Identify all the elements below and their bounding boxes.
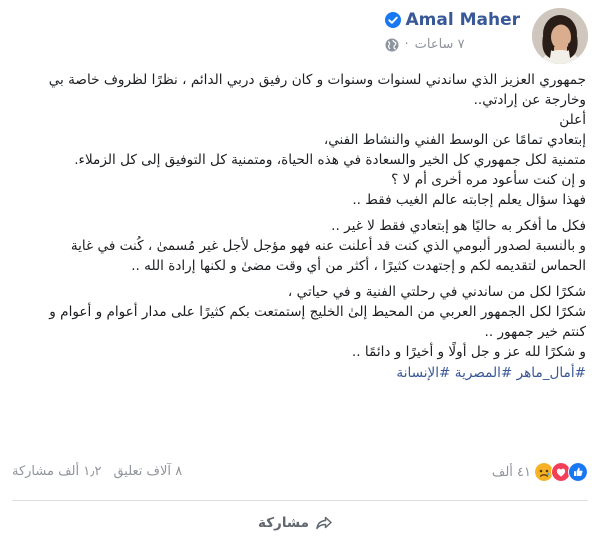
post-line: فهذا سؤال يعلم إجابته عالم الغيب فقط .. [352, 192, 586, 208]
action-divider [12, 500, 588, 501]
hashtag-link[interactable]: #المصرية [455, 365, 513, 381]
share-label: مشاركة [258, 515, 309, 531]
facebook-post: Amal Maher ٧ ساعات · جمهوري العزيز الذي … [0, 0, 600, 543]
verified-badge-icon [384, 12, 401, 28]
post-line: الحماس لتقديمه لكم و إجتهدت كثيرًا ، أكث… [131, 258, 586, 274]
post-line: كنتم خير جمهور .. [484, 324, 586, 340]
post-line: و إن كنت سأعود مره أخرى أم لا ؟ [391, 172, 586, 188]
author-line: Amal Maher [384, 10, 521, 30]
post-line: إبتعادي تمامًا عن الوسط الفني والنشاط ال… [323, 132, 586, 148]
post-line: جمهوري العزيز الذي ساندني لسنوات وسنوات … [48, 72, 586, 88]
shares-count[interactable]: ١٫٢ ألف مشاركة [12, 464, 101, 479]
reaction-count: ٤١ ألف [491, 464, 531, 480]
hashtags: #أمال_ماهر #المصرية #الإنسانة [12, 363, 586, 383]
engagement-counts: ٨ آلاف تعليق ١٫٢ ألف مشاركة [12, 464, 182, 479]
post-text: جمهوري العزيز الذي ساندني لسنوات وسنوات … [12, 70, 586, 383]
avatar-photo [532, 8, 588, 64]
author-block: Amal Maher ٧ ساعات · [384, 10, 521, 52]
hashtag-link[interactable]: #الإنسانة [396, 365, 450, 381]
post-line: شكرًا لكل الجمهور العربي من المحيط إلىٰ … [49, 304, 586, 320]
hashtag-link[interactable]: #أمال_ماهر [517, 365, 586, 381]
reactions-summary[interactable]: ٤١ ألف [492, 462, 588, 482]
globe-icon[interactable] [385, 38, 399, 52]
comments-count[interactable]: ٨ آلاف تعليق [113, 464, 182, 479]
post-actions: مشاركة [12, 514, 588, 538]
post-line: أعلن [559, 112, 586, 128]
reaction-icons [534, 462, 588, 482]
author-avatar[interactable] [532, 8, 588, 64]
post-line: فكل ما أفكر به حاليًا هو إبتعادي فقط لا … [331, 218, 586, 234]
post-meta: ٧ ساعات · [385, 37, 521, 52]
share-arrow-icon [316, 516, 332, 530]
post-header: Amal Maher ٧ ساعات · [12, 8, 588, 68]
share-button[interactable]: مشاركة [258, 514, 333, 532]
author-name[interactable]: Amal Maher [406, 10, 521, 30]
post-line: شكرًا لكل من ساندني في رحلتي الفنية و في… [287, 284, 586, 300]
like-reaction-icon [568, 462, 588, 482]
reactions-row: ٤١ ألف ٨ آلاف تعليق ١٫٢ ألف مشاركة [12, 462, 588, 486]
post-line: و بالنسبة لصدور ألبومي الذي كنت قد أعلنت… [70, 238, 586, 254]
post-line: و شكرًا لله عز و جل أولًا و أخيرًا و دائ… [351, 344, 586, 360]
meta-separator: · [404, 37, 409, 52]
post-line: وخارجة عن إرادتي.. [473, 92, 586, 108]
post-line: متمنية لكل جمهوري كل الخير والسعادة في ه… [74, 152, 586, 168]
post-timestamp[interactable]: ٧ ساعات [415, 37, 465, 52]
